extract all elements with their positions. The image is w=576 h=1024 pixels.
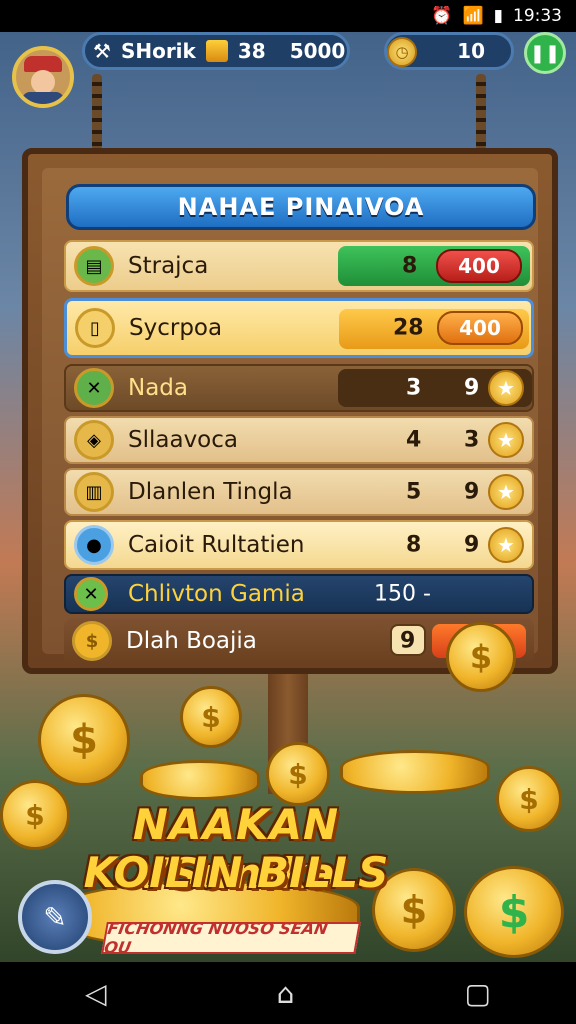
player-avatar[interactable] bbox=[12, 46, 74, 108]
board-title: NAHAE PINAIVOA bbox=[66, 184, 536, 230]
promo-ribbon: FICHONNG NUOSO SEAN OU bbox=[101, 919, 361, 957]
gold-box-icon bbox=[205, 40, 228, 62]
star-icon: ★ bbox=[488, 370, 524, 406]
clock-coin-icon: ◷ bbox=[387, 37, 417, 67]
dollar-coin-icon: $ bbox=[38, 694, 130, 786]
row-qty: 8 bbox=[402, 253, 418, 279]
status-time: 19:33 bbox=[513, 6, 562, 26]
green-dollar-coin-icon: $ bbox=[464, 866, 564, 958]
promo-headline-2: KOILIN BILLS bbox=[83, 848, 389, 897]
dollar-coin-icon: $ bbox=[496, 766, 562, 832]
board-chain-right bbox=[476, 74, 486, 150]
timer-bar: ◷ 10 bbox=[384, 32, 514, 70]
wrench-icon: ✎ bbox=[43, 900, 67, 934]
top-hud: ⚒ SHorik 38 5000 ◷ 10 ❚❚ bbox=[0, 32, 576, 108]
star-icon: ★ bbox=[488, 527, 524, 563]
price-button[interactable]: 400 bbox=[437, 311, 523, 345]
pause-button[interactable]: ❚❚ bbox=[524, 32, 566, 74]
row-qty: 150 - bbox=[374, 581, 431, 607]
shop-board: NAHAE PINAIVOA ▤ Strajca 8 400 ▯ Sycrpoa… bbox=[22, 148, 558, 674]
row-label: Sllaavoca bbox=[128, 427, 238, 453]
gold-count: 38 bbox=[237, 39, 266, 63]
gold-bars-icon: ▥ bbox=[74, 472, 114, 512]
row-label: Caioit Rultatien bbox=[128, 532, 305, 558]
star-icon: ★ bbox=[488, 474, 524, 510]
board-chain-left bbox=[92, 74, 102, 150]
row-qty: 5 bbox=[406, 479, 422, 505]
check-badge-icon: ✕ bbox=[74, 368, 114, 408]
battery-icon: ▮ bbox=[493, 6, 503, 26]
timer-value: 10 bbox=[457, 39, 485, 63]
player-name: SHorik bbox=[120, 39, 196, 63]
row-qty: 28 bbox=[393, 315, 424, 341]
alarm-icon: ⏰ bbox=[431, 6, 453, 26]
row-stars: 9 bbox=[464, 375, 480, 401]
dollar-coin-icon: $ bbox=[446, 622, 516, 692]
row-stars: 9 bbox=[464, 479, 480, 505]
status-bar: ⏰ 📶 ▮ 19:33 bbox=[0, 0, 576, 32]
dollar-coin-icon: $ bbox=[180, 686, 242, 748]
shop-row-5[interactable]: ▥ Dlanlen Tingla 5 9 ★ bbox=[64, 468, 534, 516]
row-label: Chlivton Gamia bbox=[128, 581, 305, 607]
shop-row-3[interactable]: ✕ Nada 3 9 ★ bbox=[64, 364, 534, 412]
row-qty: 4 bbox=[406, 427, 422, 453]
home-icon[interactable]: ⌂ bbox=[277, 977, 295, 1010]
row-label: Dlanlen Tingla bbox=[128, 479, 293, 505]
shop-row-4[interactable]: ◈ Sllaavoca 4 3 ★ bbox=[64, 416, 534, 464]
star-icon: ★ bbox=[488, 422, 524, 458]
wifi-icon: 📶 bbox=[462, 6, 484, 26]
dollar-coin-icon: $ bbox=[72, 621, 112, 661]
coin-balance: 5000 bbox=[289, 39, 346, 63]
shop-row-6[interactable]: ● Caioit Rultatien 8 9 ★ bbox=[64, 520, 534, 570]
row-label: Strajca bbox=[128, 253, 209, 279]
row-qty: 9 bbox=[400, 628, 416, 654]
row-qty: 8 bbox=[406, 532, 422, 558]
shop-row-1[interactable]: ▤ Strajca 8 400 bbox=[64, 240, 534, 292]
shop-row-2[interactable]: ▯ Sycrpoa 28 400 bbox=[64, 298, 534, 358]
system-nav-bar: ◁ ⌂ ▢ bbox=[0, 962, 576, 1024]
player-resource-bar: ⚒ SHorik 38 5000 bbox=[82, 32, 350, 70]
price-button[interactable]: 400 bbox=[436, 249, 522, 283]
treasure-icon: ◈ bbox=[74, 420, 114, 460]
row-label: Nada bbox=[128, 375, 188, 401]
tool-button[interactable]: ✎ bbox=[18, 880, 92, 954]
row-label: Sycrpoa bbox=[129, 315, 223, 341]
book-icon: ▯ bbox=[75, 308, 115, 348]
crossed-tools-icon: ⚒ bbox=[93, 39, 111, 63]
row-stars: 3 bbox=[464, 427, 480, 453]
recents-icon[interactable]: ▢ bbox=[464, 977, 490, 1010]
back-icon[interactable]: ◁ bbox=[85, 977, 107, 1010]
row-label: Dlah Boajia bbox=[126, 628, 257, 654]
shop-row-7[interactable]: ✕ Chlivton Gamia 150 - bbox=[64, 574, 534, 614]
check-badge-icon: ✕ bbox=[74, 577, 108, 611]
coin-badge-icon: ● bbox=[74, 525, 114, 565]
row-stars: 9 bbox=[464, 532, 480, 558]
cash-stack-icon: ▤ bbox=[74, 246, 114, 286]
dollar-coin-icon: $ bbox=[266, 742, 330, 806]
row-qty: 3 bbox=[406, 375, 422, 401]
